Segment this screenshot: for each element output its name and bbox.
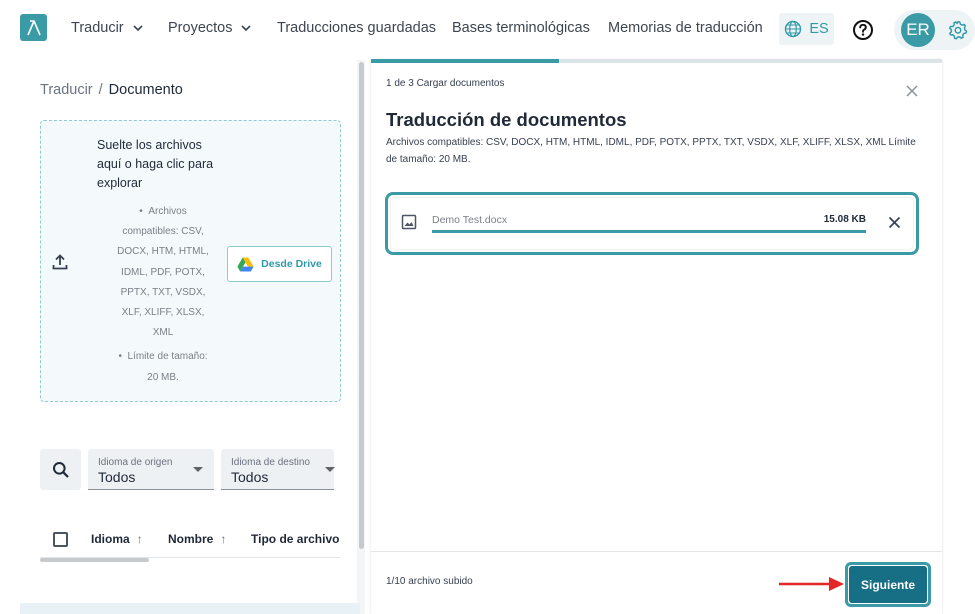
horizontal-scrollbar[interactable] [40,558,149,562]
language-selector[interactable]: ES [779,13,834,45]
column-header-idioma-label: Idioma [91,532,130,546]
vertical-scrollbar-thumb[interactable] [359,62,364,549]
nav-memorias-de-traduccion[interactable]: Memorias de traducción [608,20,763,36]
dropzone-size-limit: • Límite de tamaño: 20 MB. [118,351,208,383]
target-language-value: Todos [231,469,269,485]
breadcrumb-parent[interactable]: Traducir [40,82,93,98]
from-drive-label: Desde Drive [261,258,322,270]
nav-traducciones-guardadas[interactable]: Traducciones guardadas [277,20,436,36]
help-icon[interactable] [852,19,874,41]
gear-icon[interactable] [947,19,969,41]
nav-bases-terminologicas-label: Bases terminológicas [452,20,590,36]
dropzone-title: Suelte los archivos aquí o haga clic par… [97,138,214,190]
upload-icon [52,254,68,270]
file-upload-progress [432,230,866,233]
step-indicator: 1 de 3 Cargar documentos [386,78,505,89]
annotation-arrow-icon [779,577,844,591]
column-header-idioma[interactable]: Idioma ↑ [91,532,143,546]
next-button-label: Siguiente [860,577,915,592]
breadcrumb-separator: / [98,82,103,98]
nav-traducciones-guardadas-label: Traducciones guardadas [277,20,437,36]
breadcrumb: Traducir / Documento [40,82,183,98]
target-language-select[interactable]: Idioma de destino Todos [221,449,335,490]
source-language-select[interactable]: Idioma de origen Todos [88,449,214,490]
source-language-value: Todos [98,469,136,485]
target-language-label: Idioma de destino [231,457,310,468]
source-language-label: Idioma de origen [98,457,173,468]
language-code: ES [809,21,829,37]
file-size: 15.08 KB [823,214,866,225]
sort-arrow-icon: ↑ [220,532,227,546]
lambda-logo-icon[interactable] [20,14,47,41]
from-drive-button[interactable]: Desde Drive [227,246,332,282]
search-button[interactable] [40,449,81,490]
dropzone-formats-text: Archivos compatibles: CSV, DOCX, HTM, HT… [117,206,209,339]
nav-memorias-de-traduccion-label: Memorias de traducción [608,20,763,36]
next-button[interactable]: Siguiente [849,566,927,603]
column-header-tipo-de-archivo[interactable]: Tipo de archivo [251,532,339,546]
column-header-nombre-label: Nombre [168,532,214,546]
nav-traducir-label: Traducir [71,20,124,36]
globe-icon [785,20,802,38]
file-name: Demo Test.docx [432,214,508,226]
column-header-tipo-de-archivo-label: Tipo de archivo [251,532,340,546]
dropdown-arrow-icon [193,467,203,472]
remove-file-icon[interactable] [888,216,901,229]
table-row [20,603,360,614]
step-progress-fill [371,59,559,63]
top-navigation-bar: Traducir Proyectos Traducciones guardada… [0,0,975,58]
dialog-title: Traducción de documentos [386,109,627,130]
avatar-initials: ER [906,20,930,39]
sort-arrow-icon: ↑ [136,532,143,546]
nav-proyectos-label: Proyectos [168,20,233,36]
nav-bases-terminologicas[interactable]: Bases terminológicas [452,20,590,36]
dropzone-formats: • Archivos compatibles: CSV, DOCX, HTM, … [117,206,209,339]
avatar[interactable]: ER [901,13,935,47]
nav-traducir[interactable]: Traducir [71,20,144,36]
upload-status: 1/10 archivo subido [386,576,473,587]
google-drive-icon [237,257,254,271]
dropzone-info: • Archivos compatibles: CSV, DOCX, HTM, … [117,202,209,388]
dialog-description: Archivos compatibles: CSV, DOCX, HTM, HT… [386,137,916,165]
dropdown-arrow-icon [325,467,335,472]
image-file-icon [401,214,417,230]
select-all-checkbox[interactable] [53,532,68,547]
chevron-down-icon [241,25,252,32]
dropzone-size-limit-text: Límite de tamaño: 20 MB. [127,351,208,383]
close-icon[interactable] [905,84,919,98]
search-icon [52,461,69,478]
chevron-down-icon [133,25,143,32]
breadcrumb-current: Documento [108,82,183,98]
nav-proyectos[interactable]: Proyectos [168,20,252,36]
column-header-nombre[interactable]: Nombre ↑ [168,532,226,546]
